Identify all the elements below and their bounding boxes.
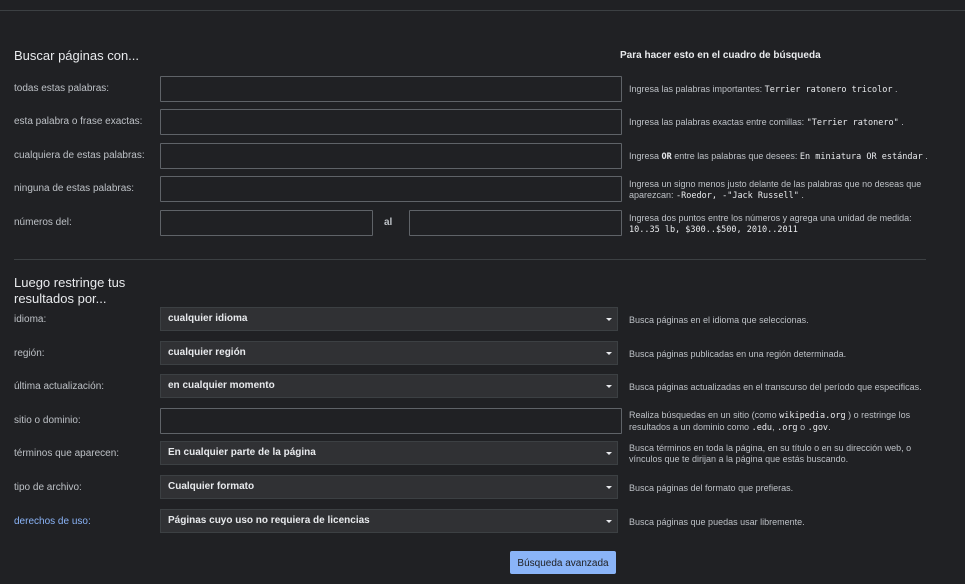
exact-phrase-input[interactable]: [160, 109, 622, 135]
hint-example: En miniatura OR estándar: [799, 152, 923, 162]
advanced-search-button[interactable]: Búsqueda avanzada: [510, 551, 616, 574]
row-exact-phrase: esta palabra o frase exactas: Ingresa la…: [0, 109, 965, 135]
exact-phrase-label: esta palabra o frase exactas:: [14, 116, 143, 127]
numbers-to-label: al: [384, 217, 393, 228]
language-value: cualquier idioma: [168, 313, 248, 324]
none-words-hint: Ingresa un signo menos justo delante de …: [629, 179, 929, 202]
file-type-value: Cualquier formato: [168, 481, 255, 492]
last-update-value: en cualquier momento: [168, 380, 275, 391]
terms-appearing-label: términos que aparecen:: [14, 448, 120, 459]
terms-appearing-hint: Busca términos en toda la página, en su …: [629, 443, 912, 464]
hint-text: Ingresa: [629, 151, 662, 161]
region-value: cualquier región: [168, 347, 246, 358]
region-select[interactable]: cualquier región: [160, 341, 618, 365]
row-any-words: cualquiera de estas palabras: Ingresa OR…: [0, 143, 965, 169]
hint-text-mid: entre las palabras que desees:: [671, 151, 800, 161]
hint-end: .: [801, 190, 804, 200]
exact-phrase-hint: Ingresa las palabras exactas entre comil…: [629, 117, 929, 129]
hint-end: .: [828, 422, 831, 432]
row-terms-appearing: términos que aparecen: En cualquier part…: [0, 441, 965, 467]
row-language: idioma: cualquier idioma Busca páginas e…: [0, 307, 965, 333]
hint-text: Realiza búsquedas en un sitio (como: [629, 410, 780, 420]
terms-appearing-value: En cualquier parte de la página: [168, 447, 316, 458]
numbers-hint: Ingresa dos puntos entre los números y a…: [629, 213, 929, 236]
numbers-to-input[interactable]: [409, 210, 622, 236]
hint-example: wikipedia.org: [779, 411, 846, 421]
file-type-label: tipo de archivo:: [14, 482, 82, 493]
numbers-from-input[interactable]: [160, 210, 373, 236]
section-title-line2: resultados por...: [14, 291, 107, 306]
region-hint: Busca páginas publicadas en una región d…: [629, 349, 847, 359]
hint-text: Ingresa las palabras exactas entre comil…: [629, 117, 807, 127]
section-title-line1: Luego restringe tus: [14, 275, 126, 290]
language-hint: Busca páginas en el idioma que seleccion…: [629, 315, 809, 325]
none-words-label: ninguna de estas palabras:: [14, 183, 135, 194]
dropdown-arrow-icon: [606, 352, 612, 355]
any-words-hint: Ingresa OR entre las palabras que desees…: [629, 151, 929, 163]
language-label: idioma:: [14, 314, 47, 325]
hint-example: "Terrier ratonero": [806, 118, 899, 128]
dropdown-arrow-icon: [606, 385, 612, 388]
any-words-label: cualquiera de estas palabras:: [14, 150, 145, 161]
row-usage-rights: derechos de uso: Páginas cuyo uso no req…: [0, 509, 965, 535]
region-label: región:: [14, 348, 45, 359]
all-words-hint: Ingresa las palabras importantes: Terrie…: [629, 84, 929, 96]
row-last-update: última actualización: en cualquier momen…: [0, 374, 965, 400]
last-update-label: última actualización:: [14, 381, 105, 392]
site-hint: Realiza búsquedas en un sitio (como wiki…: [629, 410, 929, 434]
section-title-restrict: Luego restringe tus resultados por...: [14, 275, 125, 307]
hint-or: OR: [661, 152, 672, 162]
all-words-label: todas estas palabras:: [14, 83, 110, 94]
file-type-select[interactable]: Cualquier formato: [160, 475, 618, 499]
hint-example: .org: [777, 423, 798, 433]
site-input[interactable]: [160, 408, 622, 434]
dropdown-arrow-icon: [606, 452, 612, 455]
last-update-select[interactable]: en cualquier momento: [160, 374, 618, 398]
terms-appearing-select[interactable]: En cualquier parte de la página: [160, 441, 618, 465]
row-region: región: cualquier región Busca páginas p…: [0, 341, 965, 367]
file-type-hint: Busca páginas del formato que prefieras.: [629, 483, 794, 493]
site-label: sitio o dominio:: [14, 415, 81, 426]
hint-example: .edu: [751, 423, 773, 433]
any-words-input[interactable]: [160, 143, 622, 169]
row-file-type: tipo de archivo: Cualquier formato Busca…: [0, 475, 965, 501]
hint-example: .gov: [807, 423, 829, 433]
row-site: sitio o dominio: Realiza búsquedas en un…: [0, 408, 965, 434]
numbers-label: números del:: [14, 217, 72, 228]
hint-heading: Para hacer esto en el cuadro de búsqueda: [620, 50, 821, 61]
hint-text: Ingresa las palabras importantes:: [629, 84, 765, 94]
section-divider: [14, 259, 926, 260]
none-words-input[interactable]: [160, 176, 622, 202]
row-numbers: números del: al Ingresa dos puntos entre…: [0, 210, 965, 236]
top-divider: [0, 10, 965, 11]
usage-rights-link[interactable]: derechos de uso:: [14, 509, 91, 535]
all-words-input[interactable]: [160, 76, 622, 102]
usage-rights-hint: Busca páginas que puedas usar libremente…: [629, 517, 805, 527]
hint-end: .: [901, 117, 904, 127]
hint-example: Terrier ratonero tricolor: [764, 85, 893, 95]
hint-end: .: [925, 151, 928, 161]
hint-example: 10..35 lb, $300..$500, 2010..2011: [629, 225, 798, 235]
hint-end: .: [895, 84, 898, 94]
usage-rights-value: Páginas cuyo uso no requiera de licencia…: [168, 515, 370, 526]
dropdown-arrow-icon: [606, 318, 612, 321]
section-title-search: Buscar páginas con...: [14, 48, 140, 63]
language-select[interactable]: cualquier idioma: [160, 307, 618, 331]
hint-text: o: [797, 422, 808, 432]
row-all-words: todas estas palabras: Ingresa las palabr…: [0, 76, 965, 102]
hint-example: -Roedor, -"Jack Russell": [676, 191, 799, 201]
dropdown-arrow-icon: [606, 520, 612, 523]
dropdown-arrow-icon: [606, 486, 612, 489]
last-update-hint: Busca páginas actualizadas en el transcu…: [629, 382, 922, 392]
usage-rights-select[interactable]: Páginas cuyo uso no requiera de licencia…: [160, 509, 618, 533]
hint-text: Ingresa dos puntos entre los números y a…: [629, 213, 912, 223]
row-none-words: ninguna de estas palabras: Ingresa un si…: [0, 176, 965, 202]
